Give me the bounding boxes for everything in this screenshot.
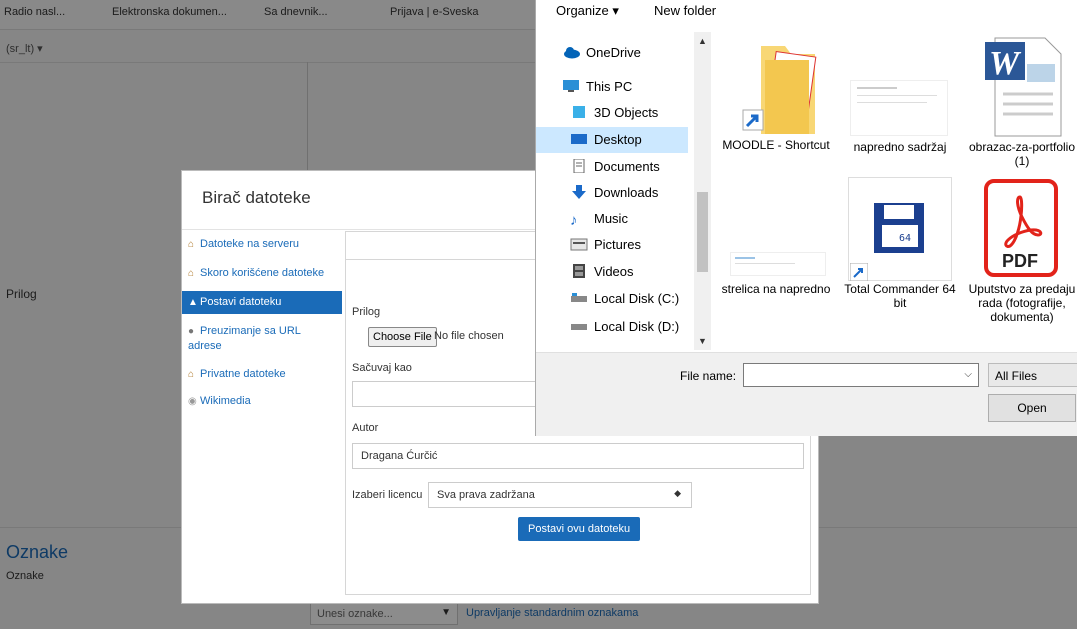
file-grid: MOODLE - Shortcut napredno sadržaj W obr… [714,32,1077,350]
drive-icon [570,319,588,333]
computer-icon [562,79,580,93]
chevron-down-icon[interactable]: ⌵ [964,369,972,380]
folder-shortcut-icon [742,46,817,134]
author-input[interactable]: Dragana Ćurčić [352,443,804,469]
nav-label: Music [594,211,628,226]
author-label: Autor [352,422,379,434]
upload-file-button[interactable]: Postavi ovu datoteku [518,517,641,541]
nav-label: Local Disk (D:) [594,319,680,334]
file-name-label: File name: [680,369,737,383]
windows-open-dialog: Organize ▾ New folder OneDrive This PC 3… [535,0,1077,436]
nav-label: 3D Objects [594,105,659,120]
nav-label: OneDrive [586,45,641,60]
repository-icon: ⌂ [188,239,195,250]
license-label: Izaberi licencu [352,489,423,501]
nav-label: Datoteke na serveru [200,238,300,250]
music-note-icon: ♪ [570,212,578,229]
file-tile[interactable]: 64 Total Commander 64 bit [840,177,960,310]
cloud-icon [562,45,580,59]
scroll-thumb[interactable] [697,192,708,272]
nav-label: Pictures [594,237,641,252]
file-tile[interactable]: napredno sadržaj [840,40,960,154]
document-icon [570,158,588,174]
navigation-pane: OneDrive This PC 3D Objects Desktop Docu… [536,32,706,350]
scroll-up-icon[interactable]: ▲ [698,36,707,46]
nav-label: Videos [594,264,634,279]
image-thumbnail-icon [840,40,960,140]
nav-label: Privatne datoteke [200,368,286,380]
scroll-down-icon[interactable]: ▼ [698,336,707,346]
desktop-icon [570,132,588,146]
file-name: strelica na napredno [721,282,831,296]
url-icon: ● [188,326,195,337]
nav-label: Preuzimanje sa URL adrese [188,325,301,352]
license-select[interactable]: Sva prava zadržana ◆ [428,482,692,508]
svg-text:64: 64 [899,233,911,244]
svg-text:PDF: PDF [1002,251,1038,271]
file-tile[interactable]: strelica na napredno [716,182,836,296]
file-tile[interactable]: MOODLE - Shortcut [716,40,836,152]
nav-label: Postavi datoteku [200,296,282,308]
nav-desktop[interactable]: Desktop [536,127,688,153]
repo-wikimedia[interactable]: ◉ Wikimedia [182,390,342,413]
pdf-icon: PDF [984,179,1058,277]
nav-onedrive[interactable]: OneDrive [562,40,714,66]
word-document-icon: W [985,37,1062,137]
open-button[interactable]: Open [988,394,1076,422]
license-value: Sva prava zadržana [437,489,535,501]
nav-label: Desktop [594,132,642,147]
wikimedia-icon: ◉ [188,396,197,407]
download-arrow-icon [570,185,588,199]
save-as-label: Sačuvaj kao [352,362,412,374]
file-name: napredno sadržaj [853,140,947,154]
nav-label: This PC [586,79,633,94]
file-name: MOODLE - Shortcut [722,138,830,152]
no-file-text: No file chosen [434,330,504,342]
file-name: Total Commander 64 bit [844,282,956,310]
nav-label: Downloads [594,185,659,200]
repository-nav: ⌂ Datoteke na serveru ⌂ Skoro korišćene da… [182,233,342,413]
film-icon [570,264,588,278]
nav-label: Documents [594,159,660,174]
drive-icon [570,291,588,305]
repo-private-files[interactable]: ⌂ Privatne datoteke [182,363,342,386]
new-folder-button[interactable]: New folder [654,3,716,18]
repo-recent-files[interactable]: ⌂ Skoro korišćene datoteke [182,262,342,285]
repository-icon: ⌂ [188,268,195,279]
repo-upload-file[interactable]: ▲ Postavi datoteku [182,291,342,314]
file-type-filter[interactable]: All Files [988,363,1077,387]
svg-text:W: W [989,45,1022,82]
prilog-label: Prilog [352,306,381,318]
file-name: obrazac-za-portfolio (1) [968,140,1076,168]
nav-scrollbar[interactable]: ▲ ▼ [694,32,711,350]
file-name: Uputstvo za predaju rada (fotografije, d… [968,282,1076,324]
upload-icon: ▲ [188,297,198,308]
cube-icon [570,105,588,119]
organize-button[interactable]: Organize ▾ [556,3,619,19]
image-shortcut-icon [716,182,836,282]
dialog-title: Birač datoteke [202,188,311,207]
nav-label: Wikimedia [200,395,251,407]
dialog-toolbar: Organize ▾ New folder [536,0,1077,20]
repo-server-files[interactable]: ⌂ Datoteke na serveru [182,233,342,256]
pictures-icon [570,237,588,251]
nav-label: Skoro korišćene datoteke [200,267,325,279]
file-name-input[interactable]: ⌵ [743,363,979,387]
choose-file-button[interactable]: Choose File [368,327,437,347]
file-tile[interactable]: W obrazac-za-portfolio (1) [962,34,1077,168]
nav-this-pc[interactable]: This PC [562,74,714,100]
file-tile[interactable]: PDF Uputstvo za predaju rada (fotografij… [962,177,1077,324]
select-arrows-icon: ◆ [674,488,681,498]
repository-icon: ⌂ [188,369,195,380]
total-commander-icon: 64 [840,177,960,282]
nav-label: Local Disk (C:) [594,291,680,306]
repo-url-download[interactable]: ● Preuzimanje sa URL adrese [182,320,342,357]
